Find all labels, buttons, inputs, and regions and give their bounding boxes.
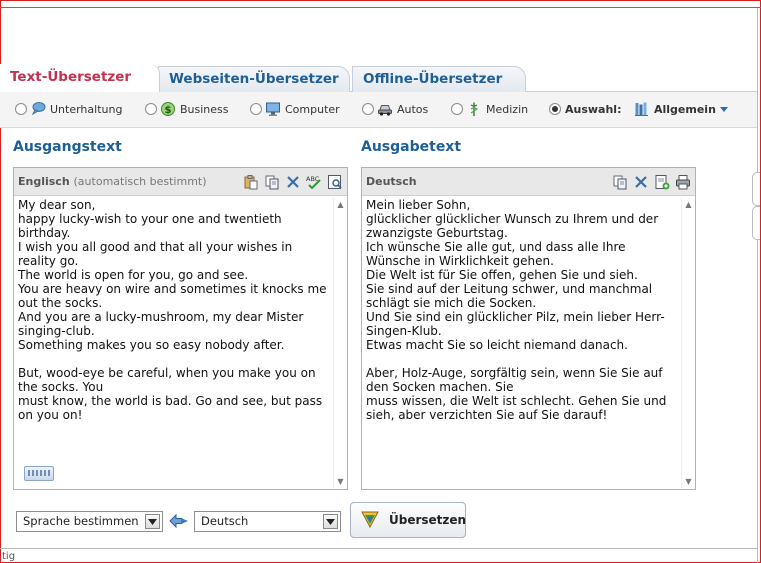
target-language: Deutsch (366, 175, 417, 188)
category-label: Unterhaltung (50, 102, 123, 116)
speech-bubble-icon (30, 101, 46, 117)
spellcheck-icon[interactable]: ABC (305, 173, 323, 191)
paste-icon[interactable] (242, 173, 260, 191)
chevron-down-icon (719, 101, 729, 117)
category-label: Medizin (486, 102, 529, 116)
tab-offline-uebersetzer[interactable]: Offline-Übersetzer (352, 66, 526, 92)
status-divider (0, 548, 757, 549)
scroll-up-icon[interactable]: ▲ (336, 200, 345, 209)
auswahl-dropdown[interactable]: Allgemein (634, 99, 729, 119)
target-language-select-value: Deutsch (201, 514, 249, 528)
category-label: Business (180, 102, 229, 116)
monitor-icon (265, 101, 281, 117)
tab-bar: Webseiten-Übersetzer Offline-Übersetzer … (0, 64, 757, 92)
keyboard-icon[interactable] (24, 466, 54, 481)
category-radio[interactable] (145, 103, 157, 115)
source-scrollbar[interactable]: ▲ ▼ (333, 198, 346, 488)
target-language-select[interactable]: Deutsch (194, 511, 341, 532)
target-textarea[interactable]: Mein lieber Sohn, glücklicher glückliche… (366, 198, 680, 483)
category-business[interactable]: $ Business (145, 99, 229, 119)
scroll-up-icon[interactable]: ▲ (684, 200, 693, 209)
target-toolbar (611, 173, 692, 191)
dollar-coin-icon: $ (160, 101, 176, 117)
category-computer[interactable]: Computer (250, 99, 340, 119)
category-radio-selected[interactable] (549, 103, 561, 115)
category-label: Autos (397, 102, 429, 116)
dictionary-icon[interactable] (326, 173, 344, 191)
category-radio[interactable] (250, 103, 262, 115)
source-panel: Englisch (automatisch bestimmt) ABC My d… (13, 167, 348, 490)
copy-icon[interactable] (263, 173, 281, 191)
category-medizin[interactable]: Medizin (451, 99, 528, 119)
save-document-icon[interactable] (653, 173, 671, 191)
source-language: Englisch (18, 175, 70, 188)
status-text: tig (2, 551, 16, 562)
side-panel-handle[interactable] (752, 172, 760, 206)
source-toolbar: ABC (242, 173, 344, 191)
category-radio[interactable] (362, 103, 374, 115)
side-panel-handle-2[interactable] (752, 206, 760, 240)
category-radio[interactable] (451, 103, 463, 115)
auswahl-value: Allgemein (654, 102, 716, 116)
tab-text-uebersetzer[interactable]: Text-Übersetzer (0, 64, 160, 92)
source-heading: Ausgangstext (13, 139, 122, 155)
category-unterhaltung[interactable]: Unterhaltung (15, 99, 122, 119)
clear-icon[interactable] (284, 173, 302, 191)
source-textarea[interactable]: My dear son, happy lucky-wish to your on… (18, 198, 332, 483)
scroll-down-icon[interactable]: ▼ (336, 477, 345, 486)
category-autos[interactable]: Autos (362, 99, 428, 119)
source-language-select-value: Sprache bestimmen (23, 514, 139, 528)
detected-note: (automatisch bestimmt) (73, 175, 207, 188)
top-divider (0, 7, 761, 8)
category-radio[interactable] (15, 103, 27, 115)
category-auswahl[interactable]: Auswahl: (549, 99, 621, 119)
target-heading: Ausgabetext (361, 139, 462, 155)
translate-button-label: Übersetzen (389, 513, 467, 527)
right-rail (757, 8, 761, 563)
tab-webseiten-uebersetzer[interactable]: Webseiten-Übersetzer (158, 66, 350, 92)
chevron-down-icon[interactable] (145, 514, 160, 529)
copy-icon[interactable] (611, 173, 629, 191)
caduceus-icon (466, 101, 482, 117)
translate-logo-icon (359, 508, 381, 533)
print-icon[interactable] (674, 173, 692, 191)
translate-button[interactable]: Übersetzen (350, 502, 466, 538)
swap-languages-icon[interactable] (168, 513, 190, 529)
car-icon (377, 101, 393, 117)
svg-text:$: $ (165, 105, 172, 116)
category-label: Computer (285, 102, 340, 116)
category-label: Auswahl: (565, 102, 622, 116)
clear-icon[interactable] (632, 173, 650, 191)
category-bar: Unterhaltung $ Business Computer Autos M… (0, 92, 757, 128)
scroll-down-icon[interactable]: ▼ (684, 477, 693, 486)
target-panel: Deutsch Mein lieber Sohn, glücklicher gl… (361, 167, 696, 490)
target-scrollbar[interactable]: ▲ ▼ (681, 198, 694, 488)
source-language-select[interactable]: Sprache bestimmen (16, 511, 163, 532)
books-icon (634, 101, 650, 117)
chevron-down-icon[interactable] (323, 514, 338, 529)
